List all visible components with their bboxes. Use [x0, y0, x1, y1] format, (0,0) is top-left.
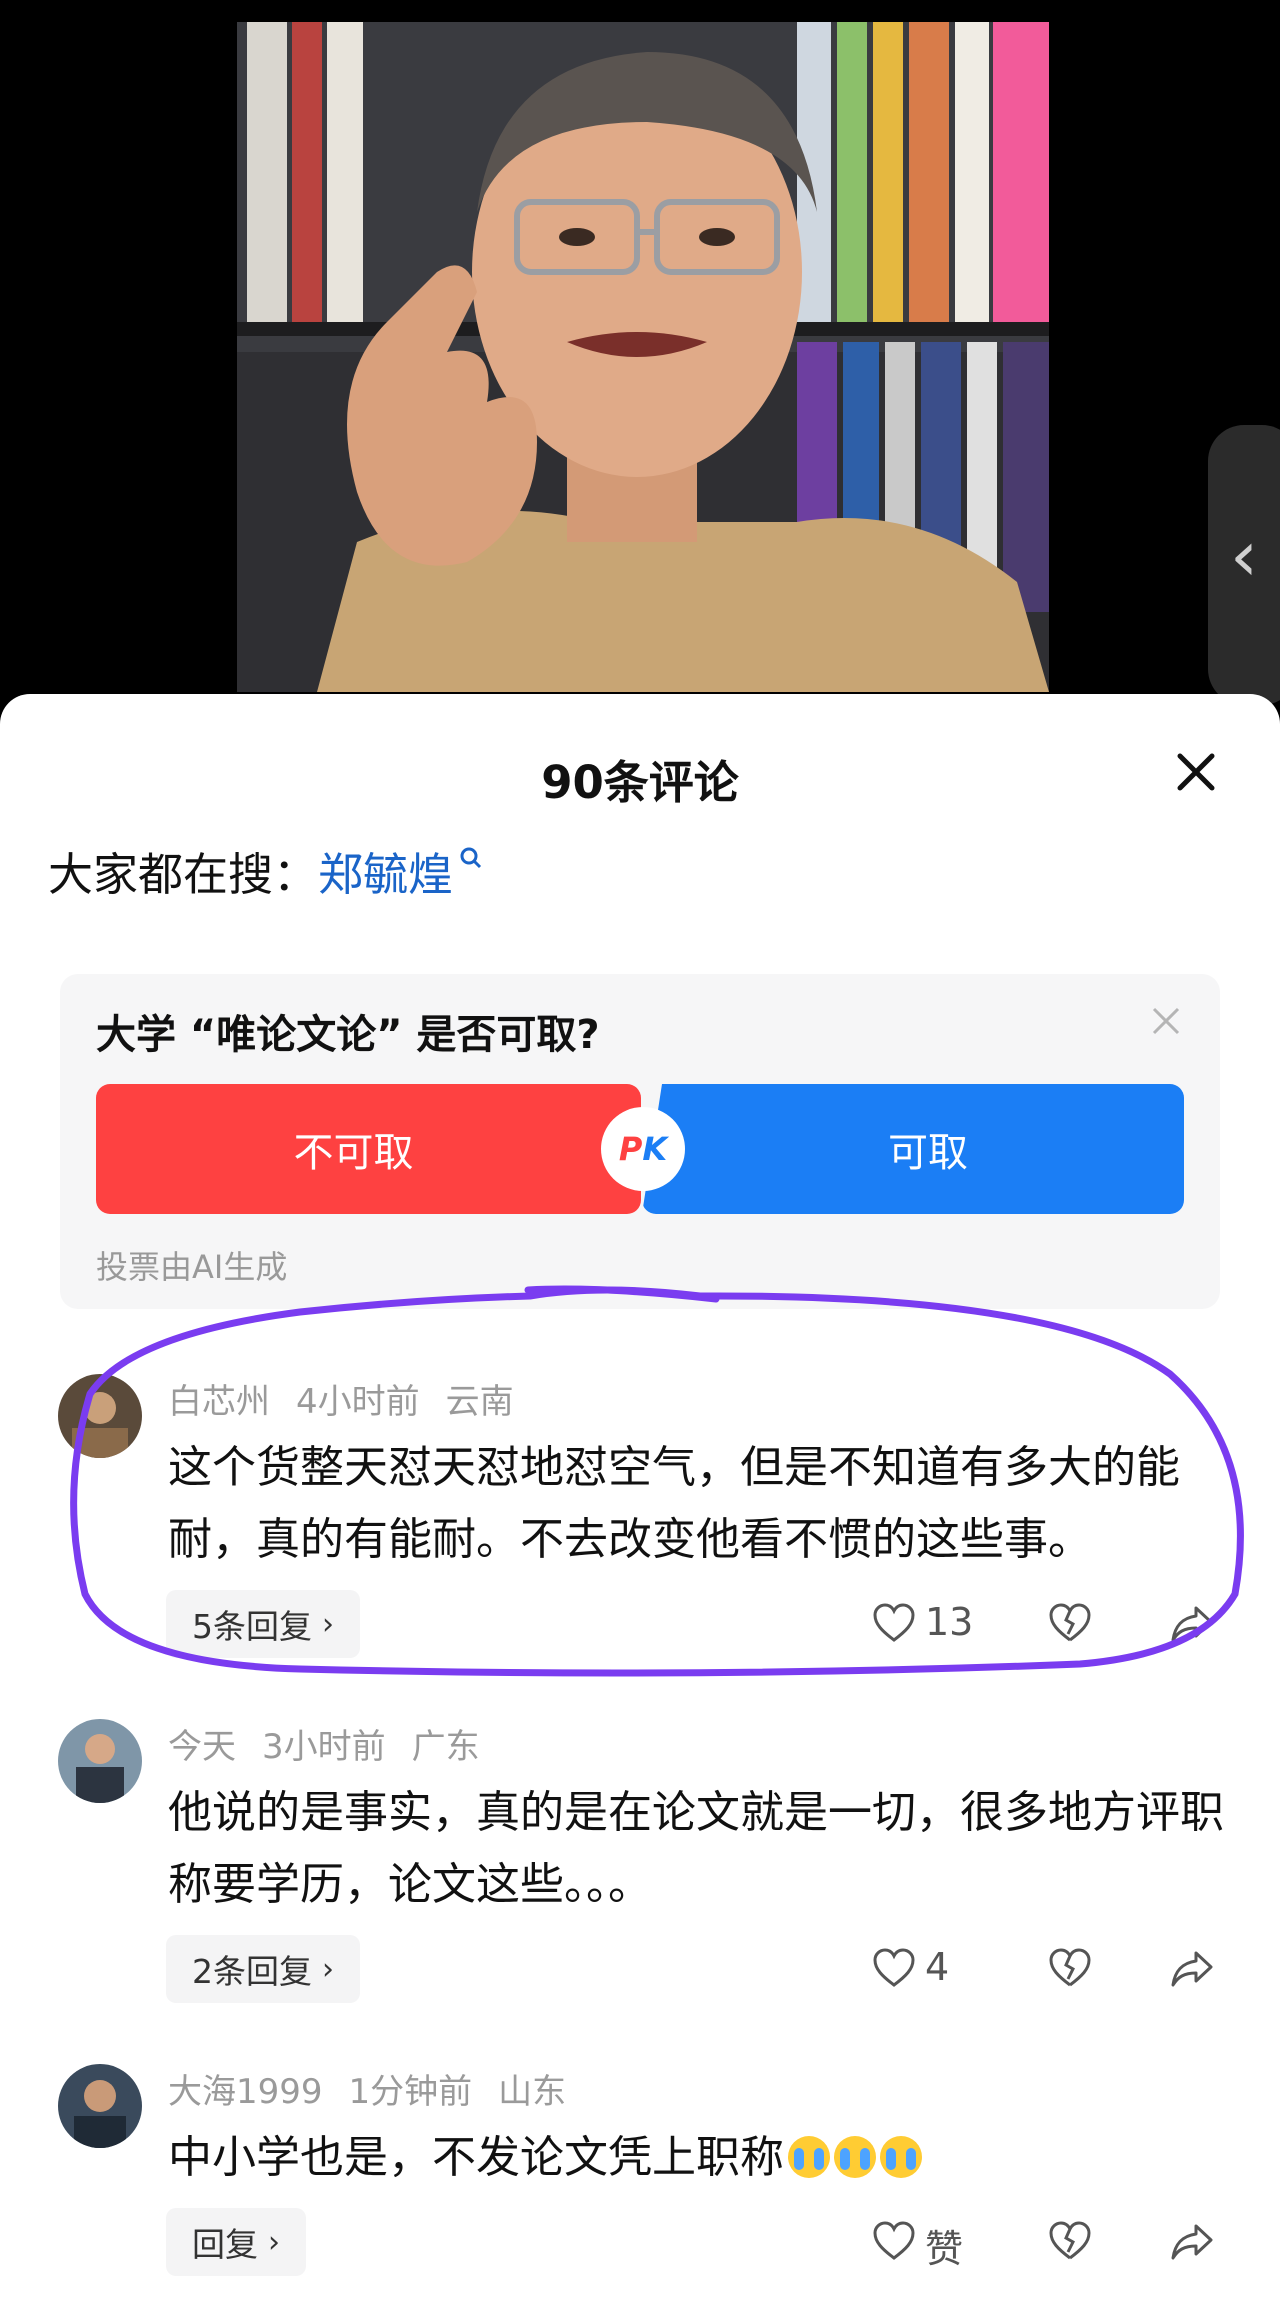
comment-username[interactable]: 白芯州 [168, 1382, 270, 1422]
avatar[interactable] [58, 2064, 142, 2148]
like-count: 4 [925, 1945, 950, 1989]
share-icon[interactable] [1170, 2220, 1214, 2262]
heart-icon[interactable] [872, 1947, 916, 1989]
heart-icon[interactable] [872, 2220, 916, 2262]
comment-username[interactable]: 今天 [168, 1727, 236, 1767]
comment-text: 中小学也是，不发论文凭上职称 [168, 2122, 1228, 2194]
comment-meta: 今天 3小时前 广东 [168, 1719, 506, 1768]
comment-text: 他说的是事实，真的是在论文就是一切，很多地方评职称要学历，论文这些。。。 [168, 1787, 1224, 1910]
close-icon [1177, 753, 1215, 791]
avatar[interactable] [58, 1374, 142, 1458]
comment-location: 广东 [411, 1727, 480, 1767]
poll-option-no[interactable]: 不可取 [96, 1084, 641, 1214]
comment-meta: 白芯州 4小时前 云南 [168, 1374, 540, 1423]
comments-sheet: 90条评论 大家都在搜： 郑毓煌 大学 “唯论文论” 是否可取? 不可取 可取 … [0, 694, 1280, 2309]
like-count: 13 [925, 1600, 974, 1644]
pk-badge-p: P [618, 1130, 643, 1168]
comment-time: 3小时前 [262, 1727, 386, 1767]
poll-note: 投票由AI生成 [96, 1248, 288, 1286]
poll-question: 大学 “唯论文论” 是否可取? [96, 1012, 600, 1058]
comment-actions: 13 [0, 1590, 1280, 1658]
trending-search-link[interactable]: 郑毓煌 [318, 838, 453, 903]
comment-text: 这个货整天怼天怼地怼空气，但是不知道有多大的能耐，真的有能耐。不去改变他看不惯的… [168, 1442, 1180, 1565]
poll-close-button[interactable] [1149, 1004, 1183, 1038]
comment-location: 云南 [445, 1382, 514, 1422]
trending-search-prefix: 大家都在搜： [48, 848, 319, 901]
comment-time: 1分钟前 [348, 2072, 473, 2112]
comment-meta: 大海1999 1分钟前 山东 [168, 2064, 592, 2113]
broken-heart-icon[interactable] [1048, 1947, 1092, 1989]
comment-actions: 4 [0, 1935, 1280, 2003]
crying-emoji-icon [880, 2136, 922, 2178]
heart-icon[interactable] [872, 1602, 916, 1644]
close-button[interactable] [1168, 744, 1224, 800]
poll-card: 大学 “唯论文论” 是否可取? 不可取 可取 PK 投票由AI生成 [60, 974, 1220, 1309]
crying-emoji-icon [788, 2136, 830, 2178]
video-frame[interactable] [237, 22, 1049, 692]
comment-text-content: 中小学也是，不发论文凭上职称 [168, 2132, 784, 2183]
comment-location: 山东 [498, 2072, 567, 2112]
video-player[interactable] [0, 0, 1280, 700]
pk-badge: PK [601, 1107, 685, 1191]
close-icon [1152, 1007, 1180, 1035]
like-label: 赞 [925, 2227, 964, 2271]
comment-time: 4小时前 [296, 1382, 420, 1422]
comment-username[interactable]: 大海1999 [168, 2072, 323, 2112]
avatar-image [58, 1719, 142, 1803]
crying-emoji-icon [834, 2136, 876, 2178]
chevron-left-icon: ‹ [1230, 515, 1258, 597]
poll-option-yes[interactable]: 可取 [642, 1084, 1184, 1214]
share-icon[interactable] [1170, 1947, 1214, 1989]
side-panel-handle[interactable]: ‹ [1208, 425, 1280, 705]
pk-badge-k: K [642, 1130, 668, 1168]
video-still-image [237, 22, 1049, 692]
trending-search: 大家都在搜： 郑毓煌 [48, 838, 483, 903]
avatar-image [58, 1374, 142, 1458]
search-icon [460, 847, 482, 868]
broken-heart-icon[interactable] [1048, 2220, 1092, 2262]
comment-actions: 赞 [0, 2208, 1280, 2276]
comments-count-title: 90条评论 [541, 756, 739, 809]
avatar-image [58, 2064, 142, 2148]
avatar[interactable] [58, 1719, 142, 1803]
broken-heart-icon[interactable] [1048, 1602, 1092, 1644]
share-icon[interactable] [1170, 1602, 1214, 1644]
